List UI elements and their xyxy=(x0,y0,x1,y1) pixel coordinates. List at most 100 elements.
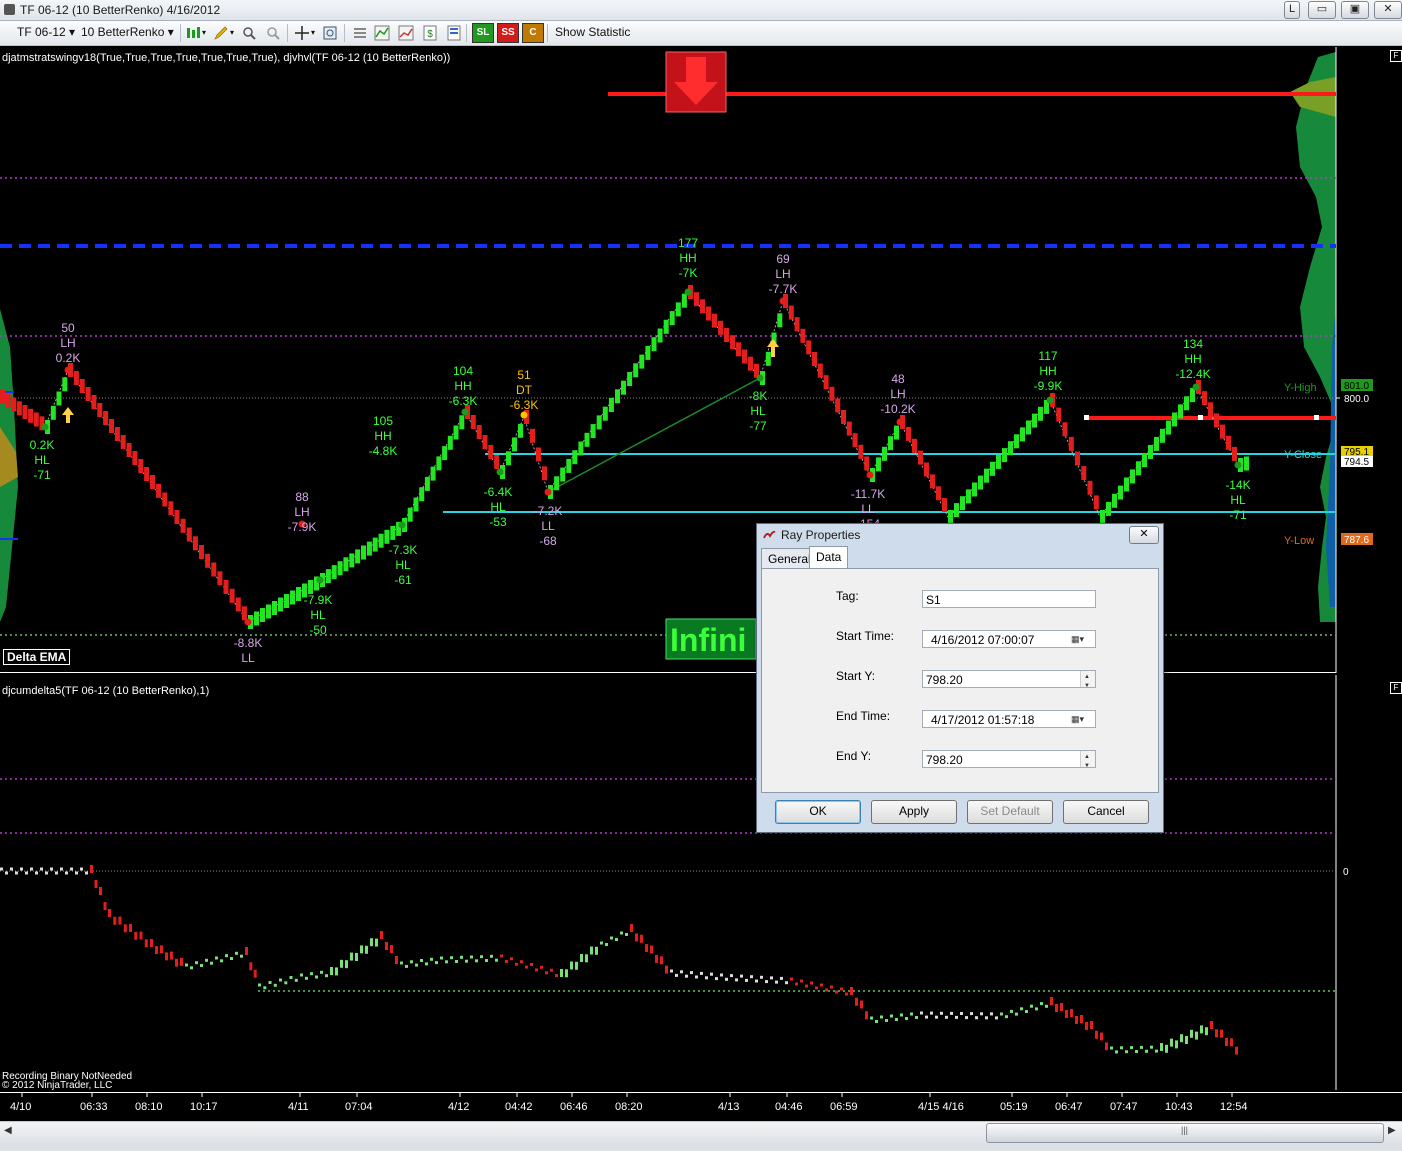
zoom-in-icon[interactable] xyxy=(241,25,257,41)
swing-label-text: LH xyxy=(775,267,790,281)
swing-point xyxy=(461,408,469,416)
delta-bar xyxy=(600,941,603,945)
delta-bar xyxy=(740,974,743,978)
data-box-icon[interactable] xyxy=(322,25,338,41)
delta-bar xyxy=(880,1015,883,1019)
swing-point xyxy=(896,418,904,426)
renko-brick xyxy=(1068,436,1074,451)
delta-bar xyxy=(940,1011,943,1015)
renko-brick xyxy=(829,386,835,401)
minimize-button[interactable]: ▭ xyxy=(1308,1,1336,19)
strategies-icon[interactable] xyxy=(398,25,414,41)
delta-bar xyxy=(40,867,43,871)
renko-brick xyxy=(28,408,34,423)
panel-options-button[interactable]: F xyxy=(1390,682,1402,694)
delta-bar xyxy=(385,942,388,950)
sl-button[interactable]: SL xyxy=(472,23,494,43)
start-time-input[interactable]: 4/16/2012 07:00:07 ▦▾ xyxy=(922,630,1096,648)
delta-ema-label: Delta EMA xyxy=(3,649,71,665)
link-button[interactable]: L xyxy=(1284,1,1300,19)
bar-type-icon[interactable] xyxy=(186,25,202,41)
renko-brick xyxy=(777,313,783,328)
panel-options-button[interactable]: F xyxy=(1390,50,1402,62)
scroll-right-icon[interactable]: ▶ xyxy=(1388,1125,1396,1136)
close-button[interactable]: ✕ xyxy=(1374,1,1402,19)
dialog-close-button[interactable]: ✕ xyxy=(1129,526,1159,544)
swing-label-text: -8K xyxy=(749,389,768,403)
indicators-icon[interactable] xyxy=(374,25,390,41)
end-y-input[interactable]: 798.20 xyxy=(922,748,1096,775)
delta-bar xyxy=(510,957,513,961)
renko-brick xyxy=(852,433,858,448)
delta-bar xyxy=(35,871,38,875)
apply-button[interactable]: Apply xyxy=(871,800,957,824)
delta-bar xyxy=(620,931,623,935)
scrollbar-thumb[interactable]: ||| xyxy=(986,1123,1384,1143)
start-y-spinner[interactable] xyxy=(1080,668,1095,695)
time-axis-label: 04:42 xyxy=(505,1101,533,1113)
cum-delta-panel[interactable]: 0 djcumdelta5(TF 06-12 (10 BetterRenko),… xyxy=(0,675,1402,1091)
renko-brick xyxy=(984,468,989,483)
ray-handle[interactable] xyxy=(1084,415,1089,420)
ray-handle[interactable] xyxy=(1314,415,1319,420)
horizontal-scrollbar[interactable]: ◀ ||| ▶ xyxy=(0,1121,1402,1144)
dollar-icon[interactable]: $ xyxy=(422,25,438,41)
copyright-note: © 2012 NinjaTrader, LLC xyxy=(2,1080,113,1091)
renko-brick xyxy=(16,401,22,416)
crosshair-icon[interactable] xyxy=(294,25,310,41)
maximize-button[interactable]: ▣ xyxy=(1341,1,1369,19)
calendar-dropdown-icon[interactable]: ▦▾ xyxy=(1071,631,1095,647)
renko-brick xyxy=(996,454,1001,469)
end-y-spinner[interactable] xyxy=(1080,748,1095,775)
set-default-button[interactable]: Set Default xyxy=(967,800,1053,824)
price-panel[interactable]: 50 LH 0.2K 0.2K HL -71 -8.8K LL 88 LH -7.9K -7.9K HL… xyxy=(0,47,1402,673)
delta-bar xyxy=(745,978,748,982)
instrument-selector[interactable]: TF 06-12 ▾ xyxy=(17,25,75,39)
interval-selector[interactable]: 10 BetterRenko ▾ xyxy=(81,25,174,39)
delta-bar xyxy=(925,1015,928,1019)
delta-bar xyxy=(470,955,473,959)
scroll-left-icon[interactable]: ◀ xyxy=(4,1125,12,1136)
show-statistic-button[interactable]: Show Statistic xyxy=(555,25,630,39)
chart-trader-icon[interactable] xyxy=(446,25,462,41)
renko-brick xyxy=(235,597,241,612)
pencil-icon[interactable] xyxy=(213,25,229,41)
tag-input[interactable]: S1 xyxy=(922,590,1096,608)
renko-brick xyxy=(578,441,584,456)
tab-data[interactable]: Data xyxy=(809,546,849,570)
bar-type-dropdown-icon[interactable]: ▾ xyxy=(202,28,206,37)
calendar-dropdown-icon[interactable]: ▦▾ xyxy=(1071,711,1095,727)
delta-bar xyxy=(540,965,543,969)
renko-brick xyxy=(990,461,995,476)
time-axis-label: 07:04 xyxy=(345,1101,373,1113)
delta-bar xyxy=(289,976,293,979)
renko-brick xyxy=(748,356,753,371)
end-time-input[interactable]: 4/17/2012 01:57:18 ▦▾ xyxy=(922,710,1096,728)
renko-brick xyxy=(199,545,204,559)
renko-brick xyxy=(1062,422,1068,437)
start-y-input[interactable]: 798.20 xyxy=(922,668,1096,695)
delta-bar xyxy=(273,983,277,987)
zoom-out-icon[interactable] xyxy=(265,25,281,41)
properties-icon[interactable] xyxy=(352,25,368,41)
ss-button[interactable]: SS xyxy=(497,23,519,43)
delta-bar xyxy=(253,969,257,978)
delta-bar xyxy=(480,955,483,959)
renko-brick xyxy=(846,421,852,436)
drawing-dropdown-icon[interactable]: ▾ xyxy=(230,28,234,37)
renko-brick xyxy=(800,328,806,343)
time-axis[interactable]: 4/10 06:33 08:10 10:17 4/11 07:04 4/12 04:42 06:… xyxy=(0,1092,1402,1121)
crosshair-dropdown-icon[interactable]: ▾ xyxy=(311,28,315,37)
cancel-button[interactable]: Cancel xyxy=(1063,800,1149,824)
ray-handle[interactable] xyxy=(1198,415,1203,420)
swing-label-text: 105 xyxy=(373,414,393,428)
renko-brick xyxy=(948,510,953,524)
renko-brick xyxy=(488,445,494,459)
delta-bar xyxy=(1140,1045,1143,1049)
delta-bar xyxy=(710,972,713,976)
grip-icon: ||| xyxy=(1181,1125,1189,1135)
renko-brick xyxy=(518,423,523,438)
c-button[interactable]: C xyxy=(522,23,544,43)
ok-button[interactable]: OK xyxy=(775,800,861,824)
renko-brick xyxy=(337,561,343,576)
